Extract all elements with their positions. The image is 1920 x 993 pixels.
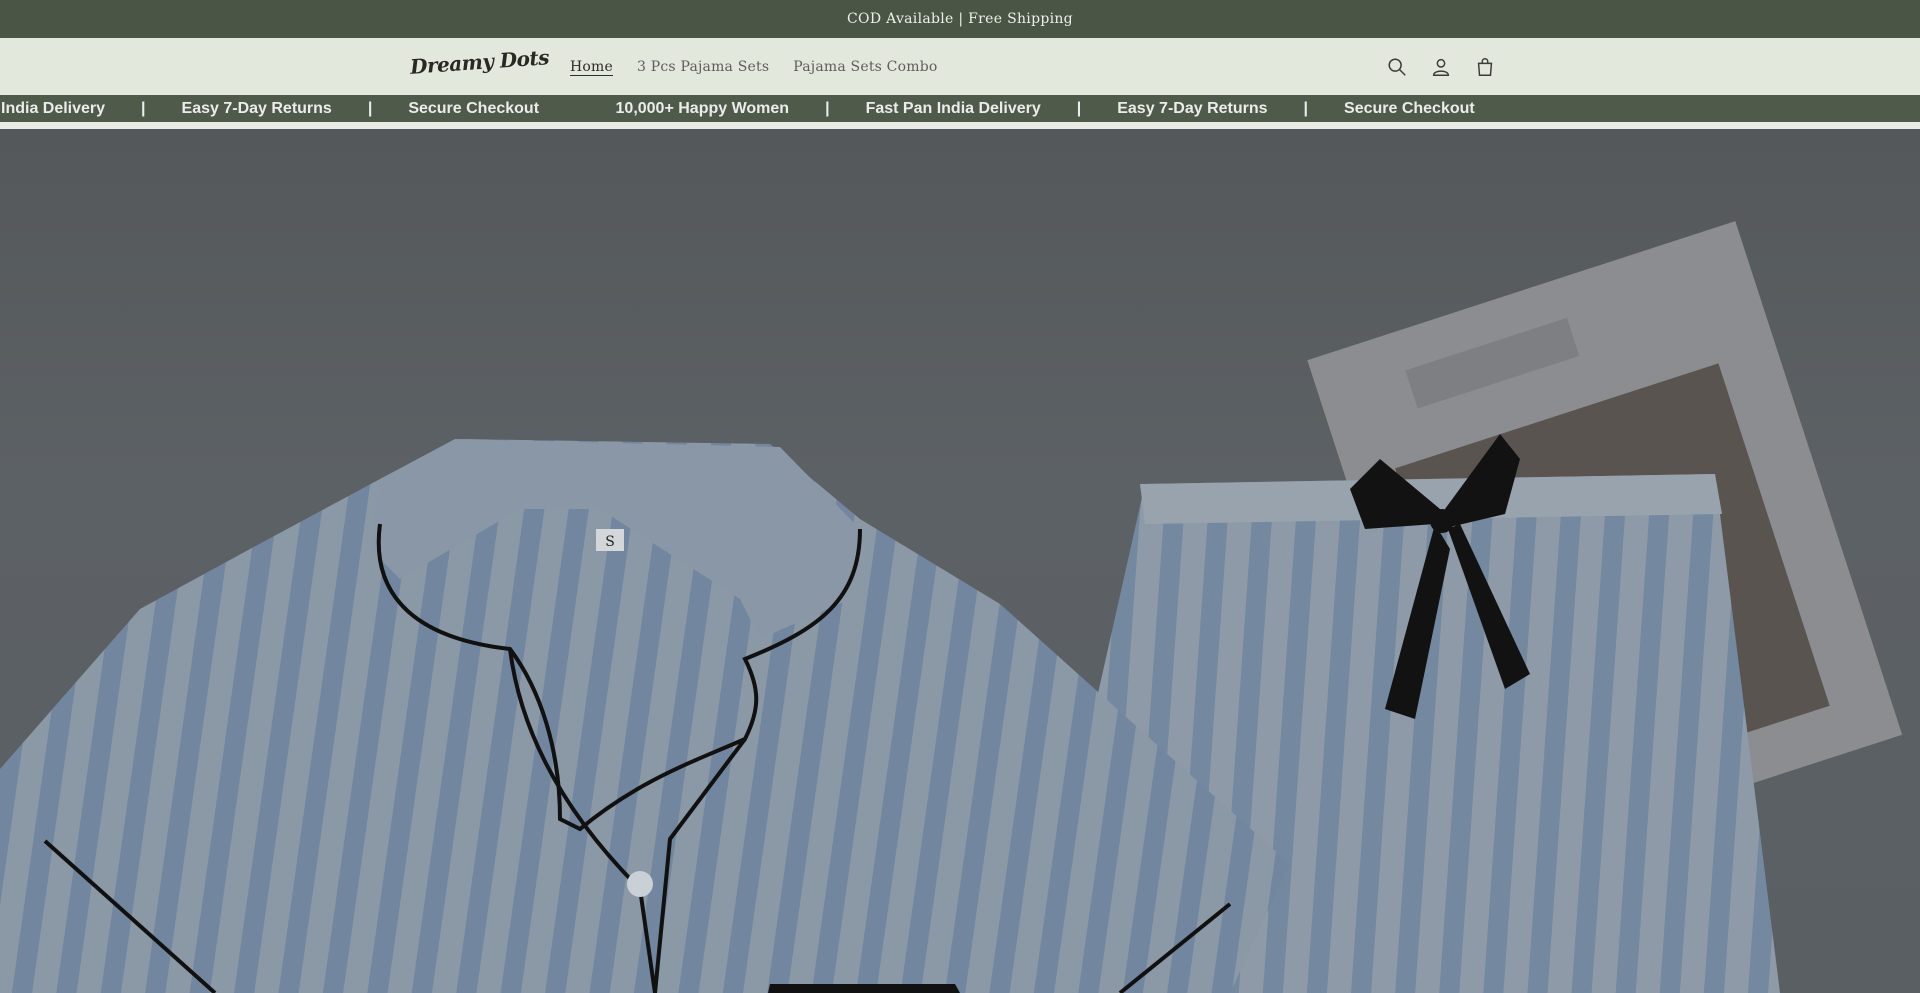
marquee-item: Fast Pan India Delivery [865, 99, 1041, 117]
main-nav: Home 3 Pcs Pajama Sets Pajama Sets Combo [570, 38, 938, 95]
nav-3-pcs-pajama-sets[interactable]: 3 Pcs Pajama Sets [637, 59, 769, 75]
cart-icon[interactable] [1473, 55, 1497, 79]
hero-banner[interactable]: S [0, 129, 1920, 993]
marquee-track: India Delivery | Easy 7-Day Returns | Se… [1, 95, 1475, 122]
logo[interactable]: Dreamy Dots [409, 45, 549, 79]
marquee-separator: | [367, 99, 373, 117]
hero-image: S [0, 221, 1903, 993]
marquee-separator: | [141, 99, 146, 117]
marquee-item: Easy 7-Day Returns [1117, 99, 1268, 117]
header-icons [1385, 38, 1497, 95]
account-icon[interactable] [1429, 55, 1453, 79]
marquee-item: Easy 7-Day Returns [181, 99, 332, 117]
nav-pajama-sets-combo[interactable]: Pajama Sets Combo [793, 59, 937, 75]
nav-home[interactable]: Home [570, 59, 613, 75]
site-header: Dreamy Dots Home 3 Pcs Pajama Sets Pajam… [0, 38, 1920, 95]
marquee-item: Secure Checkout [408, 99, 540, 117]
benefits-marquee: India Delivery | Easy 7-Day Returns | Se… [0, 95, 1920, 129]
marquee-item: India Delivery [1, 99, 106, 117]
marquee-separator: | [1303, 99, 1309, 117]
marquee-item: 10,000+ Happy Women [615, 99, 790, 117]
announcement-text: COD Available | Free Shipping [847, 11, 1073, 27]
marquee-separator: | [1076, 99, 1082, 117]
size-tag: S [605, 534, 615, 550]
pocket [768, 984, 960, 993]
search-icon[interactable] [1385, 55, 1409, 79]
announcement-bar: COD Available | Free Shipping [0, 0, 1920, 38]
marquee-item: Secure Checkout [1344, 99, 1475, 117]
marquee-separator: | [825, 99, 830, 117]
